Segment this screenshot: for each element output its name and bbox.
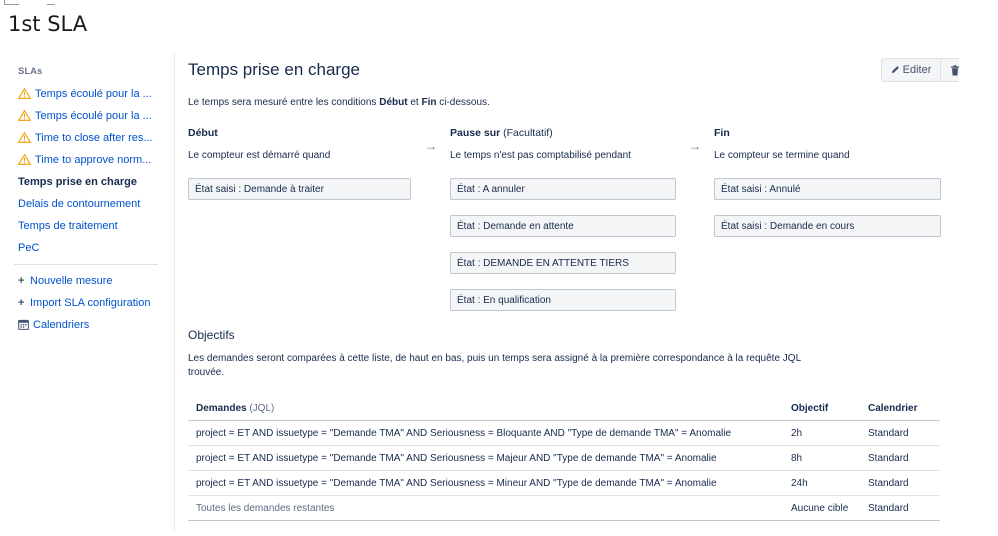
calendar-cell: Standard	[860, 445, 940, 471]
warning-icon	[18, 88, 31, 99]
edit-button-label: Editer	[902, 64, 932, 76]
calendar-column-header: Calendrier	[860, 396, 940, 421]
goal-column-header: Objectif	[783, 396, 860, 421]
arrow-icon: →	[689, 139, 701, 153]
warning-icon	[18, 110, 31, 121]
sidebar-item-delais-de-contournement[interactable]: Delais de contournement	[12, 193, 162, 215]
pause-optional-text: (Facultatif)	[500, 127, 553, 139]
sidebar-item-label: Time to close after res...	[35, 132, 153, 144]
table-row[interactable]: Toutes les demandes restantes Aucune cib…	[188, 495, 940, 521]
pause-condition-state[interactable]: État : Demande en attente	[450, 215, 676, 237]
requests-column-header: Demandes (JQL)	[188, 396, 783, 421]
plus-icon: +	[18, 275, 25, 287]
goal-cell: 8h	[783, 445, 860, 471]
sidebar-item-label: Time to approve norm...	[35, 154, 152, 166]
warning-icon	[18, 132, 31, 143]
document-title: 1st SLA	[8, 12, 88, 36]
sidebar-item-temps-prise-en-charge[interactable]: Temps prise en charge	[12, 171, 162, 193]
table-row[interactable]: project = ET AND issuetype = "Demande TM…	[188, 470, 940, 496]
description-text: Le temps sera mesuré entre les condition…	[188, 97, 380, 108]
table-header-row: Demandes (JQL) Objectif Calendrier	[188, 396, 940, 421]
pause-condition-state[interactable]: État : A annuler	[450, 178, 676, 200]
calendar-icon	[18, 319, 29, 330]
stop-column-subtitle: Le compteur se termine quand	[714, 150, 850, 161]
new-metric-link[interactable]: + Nouvelle mesure	[12, 270, 162, 292]
stop-condition-state[interactable]: État saisi : Annulé	[714, 178, 941, 200]
sidebar-item-temps-de-traitement[interactable]: Temps de traitement	[12, 215, 162, 237]
calendars-label: Calendriers	[33, 319, 90, 331]
plus-icon: +	[18, 297, 25, 309]
description-text: ci-dessous.	[436, 97, 490, 108]
import-sla-link[interactable]: + Import SLA configuration	[12, 292, 162, 314]
jql-cell: Toutes les demandes restantes	[188, 495, 783, 521]
new-metric-label: Nouvelle mesure	[30, 275, 113, 287]
edit-button[interactable]: Editer	[881, 58, 941, 82]
sidebar-separator	[174, 52, 175, 532]
trash-icon	[951, 65, 959, 76]
jql-cell: project = ET AND issuetype = "Demande TM…	[188, 420, 783, 446]
sidebar-item-label: Temps écoulé pour la ...	[35, 110, 152, 122]
sidebar-item-sla-3[interactable]: Time to close after res...	[12, 127, 162, 149]
start-condition-state[interactable]: État saisi : Demande à traiter	[188, 178, 411, 200]
description-end-word: Fin	[421, 97, 437, 108]
table-row[interactable]: project = ET AND issuetype = "Demande TM…	[188, 445, 940, 471]
sidebar-item-sla-4[interactable]: Time to approve norm...	[12, 149, 162, 171]
pause-column-title: Pause sur (Facultatif)	[450, 127, 553, 139]
goal-cell: Aucune cible	[783, 495, 860, 521]
sidebar-item-sla-2[interactable]: Temps écoulé pour la ...	[12, 105, 162, 127]
delete-button[interactable]	[940, 58, 959, 82]
calendars-link[interactable]: Calendriers	[12, 314, 162, 336]
objectives-title: Objectifs	[188, 328, 235, 342]
sla-title: Temps prise en charge	[188, 60, 360, 79]
top-edge-mark	[4, 0, 19, 5]
sla-sidebar: SLAs Temps écoulé pour la ... Temps écou…	[12, 62, 162, 336]
pause-title-text: Pause sur	[450, 127, 501, 139]
stop-condition-state[interactable]: État saisi : Demande en cours	[714, 215, 941, 237]
pause-condition-state[interactable]: État : En qualification	[450, 289, 676, 311]
top-edge-mark	[47, 0, 55, 5]
sidebar-divider	[14, 264, 158, 265]
sidebar-header: SLAs	[18, 66, 43, 77]
arrow-icon: →	[425, 139, 437, 153]
pause-column-subtitle: Le temps n'est pas comptabilisé pendant	[450, 150, 631, 161]
measurement-description: Le temps sera mesuré entre les condition…	[188, 97, 490, 108]
requests-header-text: Demandes	[196, 402, 247, 414]
objectives-table: Demandes (JQL) Objectif Calendrier proje…	[188, 396, 940, 521]
sidebar-item-sla-1[interactable]: Temps écoulé pour la ...	[12, 83, 162, 105]
description-start-word: Début	[379, 97, 408, 108]
goal-cell: 24h	[783, 470, 860, 496]
jql-cell: project = ET AND issuetype = "Demande TM…	[188, 470, 783, 496]
pencil-icon	[891, 66, 899, 74]
pause-condition-state[interactable]: État : DEMANDE EN ATTENTE TIERS	[450, 252, 676, 274]
jql-header-text: (JQL)	[246, 402, 275, 414]
objectives-description: Les demandes seront comparées à cette li…	[188, 353, 801, 378]
description-text: et	[407, 97, 422, 108]
warning-icon	[18, 154, 31, 165]
sidebar-item-pec[interactable]: PeC	[12, 237, 162, 259]
calendar-cell: Standard	[860, 495, 940, 521]
calendar-cell: Standard	[860, 420, 940, 446]
start-column-title: Début	[188, 127, 218, 139]
table-row[interactable]: project = ET AND issuetype = "Demande TM…	[188, 420, 940, 446]
start-column-subtitle: Le compteur est démarré quand	[188, 150, 331, 161]
calendar-cell: Standard	[860, 470, 940, 496]
stop-column-title: Fin	[714, 127, 730, 139]
sidebar-item-label: Temps écoulé pour la ...	[35, 88, 152, 100]
goal-cell: 2h	[783, 420, 860, 446]
import-sla-label: Import SLA configuration	[30, 297, 151, 309]
jql-cell: project = ET AND issuetype = "Demande TM…	[188, 445, 783, 471]
